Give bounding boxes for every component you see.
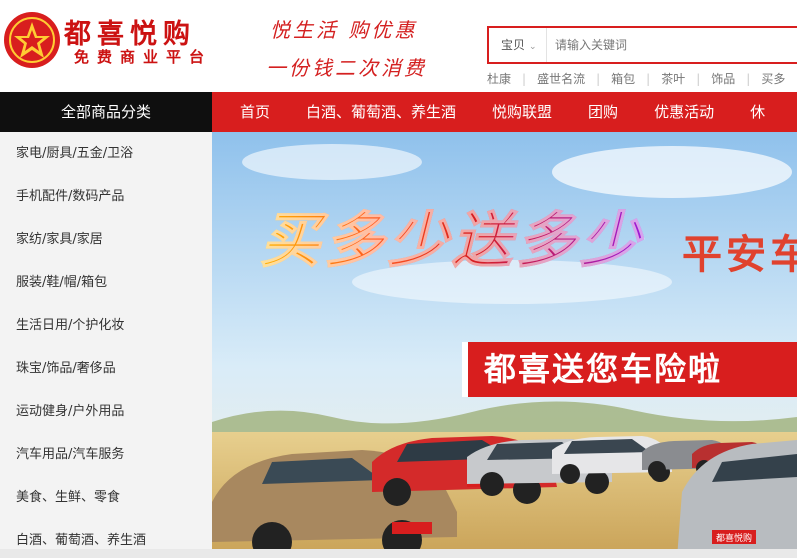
category-item[interactable]: 手机配件/数码产品: [0, 175, 212, 218]
hot-word-link[interactable]: 杜康: [487, 70, 511, 87]
nav-item-promotions[interactable]: 优惠活动: [636, 92, 732, 132]
logo-icon[interactable]: [4, 12, 60, 68]
chevron-down-icon: ⌄: [529, 42, 537, 52]
divider: |: [522, 72, 527, 86]
bottom-strip: [0, 549, 797, 558]
slogan-line-2: 一份钱二次消费: [266, 56, 427, 80]
hot-word-link[interactable]: 买多: [761, 70, 785, 87]
category-item[interactable]: 服装/鞋/帽/箱包: [0, 261, 212, 304]
brand-tagline: 免费商业平台: [74, 48, 213, 66]
hot-word-link[interactable]: 茶叶: [661, 70, 685, 87]
category-item[interactable]: 汽车用品/汽车服务: [0, 433, 212, 476]
divider: |: [696, 72, 701, 86]
nav-item-group-buy[interactable]: 团购: [570, 92, 636, 132]
hot-word-link[interactable]: 箱包: [611, 70, 635, 87]
category-item[interactable]: 珠宝/饰品/奢侈品: [0, 347, 212, 390]
all-categories-button[interactable]: 全部商品分类: [0, 92, 212, 132]
banner-tagline: 都喜送您车险啦: [462, 342, 797, 397]
banner-subheadline: 平安车: [682, 232, 797, 278]
banner-headline: 买多少送多少: [260, 192, 644, 279]
slogan-line-1: 悦生活 购优惠: [270, 18, 418, 42]
search-category-select[interactable]: 宝贝 ⌄: [489, 28, 547, 62]
header: 都喜悦购 免费商业平台 悦生活 购优惠 一份钱二次消费 宝贝⌄ 杜康|盛世名流|…: [0, 0, 797, 92]
category-item[interactable]: 家电/厨具/五金/卫浴: [0, 132, 212, 175]
category-item[interactable]: 美食、生鲜、零食: [0, 476, 212, 519]
plate-text: 都喜悦购: [716, 532, 752, 544]
hot-word-link[interactable]: 盛世名流: [537, 70, 585, 87]
hot-search-words: 杜康 | 盛世名流 | 箱包 | 茶叶 | 饰品 | 买多: [487, 70, 785, 86]
nav-links: 首页 白酒、葡萄酒、养生酒 悦购联盟 团购 优惠活动 休: [212, 92, 783, 132]
category-sidebar: 家电/厨具/五金/卫浴 手机配件/数码产品 家纺/家具/家居 服装/鞋/帽/箱包…: [0, 132, 212, 558]
promo-banner[interactable]: 都喜悦购 买多少送多少 平安车 都喜送您车险啦: [212, 132, 797, 558]
divider: |: [596, 72, 601, 86]
main-nav: 全部商品分类 首页 白酒、葡萄酒、养生酒 悦购联盟 团购 优惠活动 休: [0, 92, 797, 132]
nav-item-alliance[interactable]: 悦购联盟: [474, 92, 570, 132]
search-input[interactable]: [549, 28, 797, 62]
page: 都喜悦购 免费商业平台 悦生活 购优惠 一份钱二次消费 宝贝⌄ 杜康 | 盛世名流 |…: [0, 0, 797, 558]
divider: |: [746, 72, 751, 86]
divider: |: [646, 72, 651, 86]
category-item[interactable]: 运动健身/户外用品: [0, 390, 212, 433]
nav-item-home[interactable]: 首页: [212, 92, 288, 132]
category-item[interactable]: 家纺/家具/家居: [0, 218, 212, 261]
search-box: 宝贝 ⌄: [487, 26, 797, 64]
nav-item-more[interactable]: 休: [732, 92, 783, 132]
category-item[interactable]: 生活日用/个护化妆: [0, 304, 212, 347]
hot-word-link[interactable]: 饰品: [711, 70, 735, 87]
nav-item-liquor[interactable]: 白酒、葡萄酒、养生酒: [288, 92, 474, 132]
search-category-label: 宝贝: [501, 38, 526, 52]
